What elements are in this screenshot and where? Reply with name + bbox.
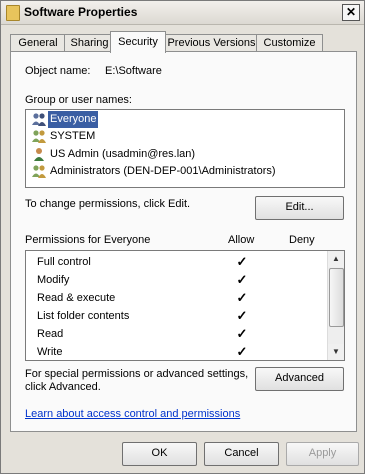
advanced-hint-line1: For special permissions or advanced sett… — [25, 368, 249, 380]
permission-row: Read & execute ✓ — [26, 289, 326, 307]
list-item-label: Administrators (DEN-DEP-001\Administrato… — [50, 165, 276, 177]
permissions-scrollbar[interactable]: ▲ ▼ — [327, 251, 344, 360]
advanced-hint-line2: click Advanced. — [25, 381, 101, 393]
tab-general[interactable]: General — [10, 34, 66, 52]
tab-sharing[interactable]: Sharing — [64, 34, 115, 52]
permissions-label: Permissions for Everyone — [25, 234, 151, 246]
permission-row: Full control ✓ — [26, 253, 326, 271]
groups-label: Group or user names: — [25, 94, 132, 106]
title-bar[interactable]: Software Properties ✕ — [1, 1, 364, 25]
list-item-system[interactable]: SYSTEM — [28, 128, 324, 145]
permission-name: Full control — [37, 256, 91, 268]
permission-row: Write ✓ — [26, 343, 326, 361]
permission-name: Read — [37, 328, 64, 340]
allow-check-icon: ✓ — [236, 254, 248, 269]
list-item-label: Everyone — [48, 111, 99, 128]
list-item-us-admin[interactable]: US Admin (usadmin@res.lan) — [28, 146, 324, 163]
permission-name: Read & execute — [37, 292, 116, 304]
allow-check-icon: ✓ — [236, 290, 248, 305]
edit-button[interactable]: Edit... — [255, 196, 344, 220]
allow-check-icon: ✓ — [236, 344, 248, 359]
permission-row: List folder contents ✓ — [26, 307, 326, 325]
scrollbar-thumb[interactable] — [329, 268, 344, 327]
cancel-button[interactable]: Cancel — [204, 442, 279, 466]
group-icon — [32, 130, 46, 143]
ok-button[interactable]: OK — [122, 442, 197, 466]
permission-name: List folder contents — [37, 310, 130, 322]
list-item-label: SYSTEM — [50, 130, 96, 142]
change-permissions-hint: To change permissions, click Edit. — [25, 198, 191, 210]
list-item-label: US Admin (usadmin@res.lan) — [50, 148, 196, 160]
group-icon — [32, 165, 46, 178]
object-name-label: Object name: — [25, 65, 91, 77]
apply-button[interactable]: Apply — [286, 442, 359, 466]
properties-window: Software Properties ✕ General Sharing Se… — [0, 0, 365, 474]
allow-check-icon: ✓ — [236, 308, 248, 323]
permission-name: Modify — [37, 274, 70, 286]
group-user-list[interactable]: Everyone SYSTEM US Admin (usadmin@res.la… — [25, 109, 345, 188]
user-icon — [34, 148, 44, 161]
permissions-list: Full control ✓ Modify ✓ Read & execute ✓… — [25, 250, 345, 361]
close-button[interactable]: ✕ — [342, 4, 360, 21]
tab-previous-versions[interactable]: Previous Versions — [162, 34, 261, 52]
object-name-value: E:\Software — [105, 65, 162, 77]
scroll-up-arrow-icon[interactable]: ▲ — [328, 251, 344, 267]
advanced-button[interactable]: Advanced — [255, 367, 344, 391]
permission-name: Write — [37, 346, 63, 358]
learn-more-link[interactable]: Learn about access control and permissio… — [25, 408, 240, 420]
tab-customize[interactable]: Customize — [256, 34, 323, 52]
permission-row: Modify ✓ — [26, 271, 326, 289]
list-item-administrators[interactable]: Administrators (DEN-DEP-001\Administrato… — [28, 163, 324, 180]
allow-check-icon: ✓ — [236, 272, 248, 287]
allow-check-icon: ✓ — [236, 326, 248, 341]
tab-security[interactable]: Security — [110, 31, 166, 53]
scroll-down-arrow-icon[interactable]: ▼ — [328, 344, 344, 360]
folder-icon — [6, 5, 20, 21]
deny-header: Deny — [289, 234, 315, 246]
group-icon — [32, 113, 46, 126]
allow-header: Allow — [228, 234, 255, 246]
list-item-everyone[interactable]: Everyone — [28, 111, 324, 128]
window-title: Software Properties — [24, 5, 138, 19]
permission-row: Read ✓ — [26, 325, 326, 343]
